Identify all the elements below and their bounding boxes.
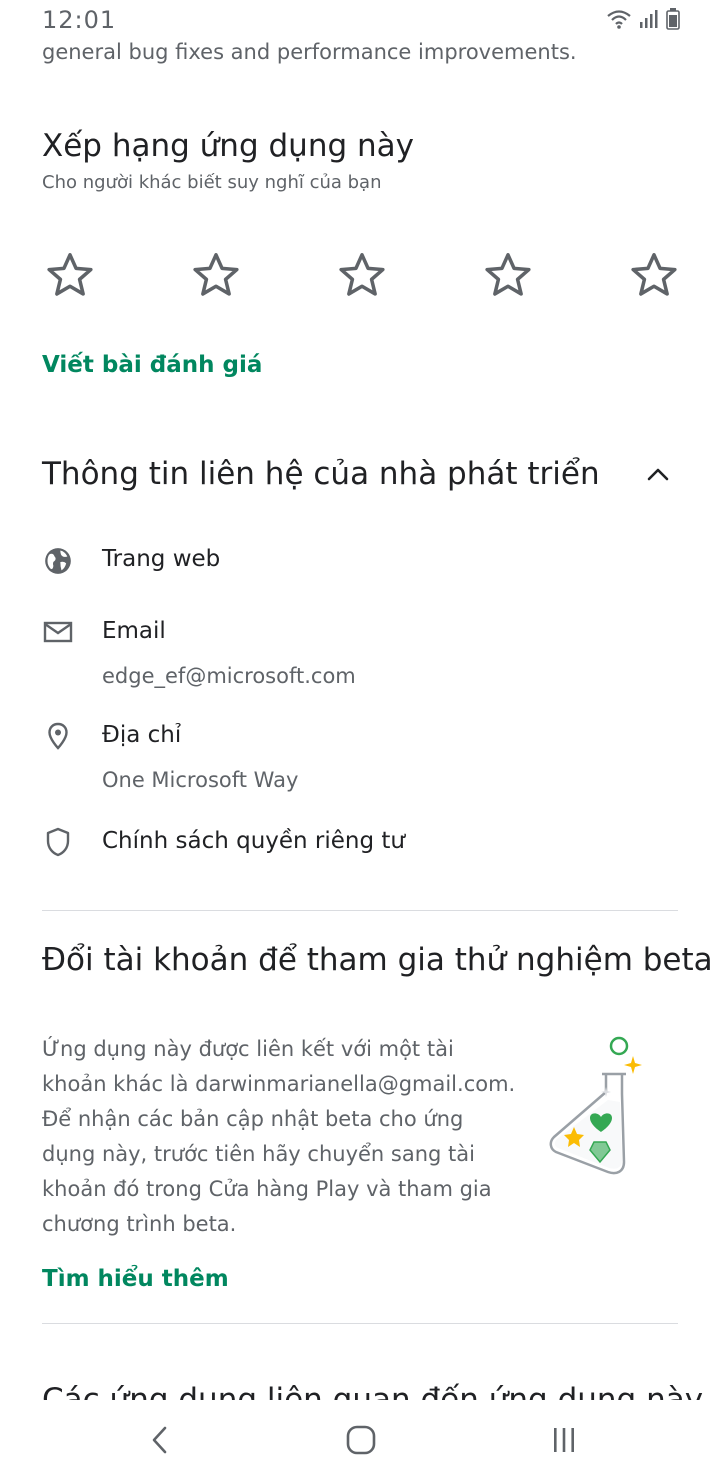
recent-apps-icon[interactable] [544,1420,584,1460]
learn-more-link[interactable]: Tìm hiểu thêm [42,1266,229,1292]
beta-line: dụng này, trước tiên hãy chuyển sang tài [42,1142,475,1166]
related-apps-title: Các ứng dụng liên quan đến ứng dụng này [42,1382,704,1402]
email-value: edge_ef@microsoft.com [102,664,356,688]
chevron-up-icon[interactable] [644,460,672,488]
beta-line: khoản khác là darwinmarianella@gmail.com… [42,1072,516,1096]
rate-app-title: Xếp hạng ứng dụng này [42,128,414,164]
status-icons [606,8,680,30]
beta-line: Ứng dụng này được liên kết với một tài [42,1037,454,1061]
rate-app-subtitle: Cho người khác biết suy nghĩ của bạn [42,172,382,193]
beta-title: Đổi tài khoản để tham gia thử nghiệm bet… [42,942,713,978]
back-icon[interactable] [140,1420,180,1460]
contact-email[interactable]: Email edge_ef@microsoft.com [42,612,682,702]
status-time: 12:01 [42,6,117,34]
website-label: Trang web [102,546,221,572]
mail-icon [42,616,74,648]
system-nav-bar [0,1400,720,1480]
star-4-icon[interactable] [480,248,536,302]
shield-icon [42,826,74,858]
contact-privacy-policy[interactable]: Chính sách quyền riêng tư [42,822,682,872]
star-3-icon[interactable] [334,248,390,302]
beta-line: chương trình beta. [42,1212,237,1236]
app-details-page: 12:01 general bug fixes and performance [0,0,720,1480]
email-label: Email [102,618,166,644]
address-value: One Microsoft Way [102,768,299,792]
beta-line: khoản đó trong Cửa hàng Play và tham gia [42,1177,492,1201]
address-label: Địa chỉ [102,722,182,748]
contact-address[interactable]: Địa chỉ One Microsoft Way [42,716,682,806]
beta-line: Để nhận các bản cập nhật beta cho ứng [42,1107,464,1131]
beta-flask-illustration [546,1032,646,1182]
home-icon[interactable] [341,1420,381,1460]
star-1-icon[interactable] [42,248,98,302]
developer-contact-title[interactable]: Thông tin liên hệ của nhà phát triển [42,456,600,492]
beta-description: Ứng dụng này được liên kết với một tài k… [42,1032,532,1242]
star-2-icon[interactable] [188,248,244,302]
star-5-icon[interactable] [626,248,682,302]
globe-icon [42,545,74,577]
star-rating [42,248,682,302]
section-divider [42,910,678,911]
signal-icon [640,10,658,28]
write-review-link[interactable]: Viết bài đánh giá [42,352,262,378]
location-pin-icon [42,720,74,752]
section-divider [42,1323,678,1324]
wifi-icon [607,10,631,29]
contact-website[interactable]: Trang web [42,540,682,590]
privacy-policy-label: Chính sách quyền riêng tư [102,828,406,854]
battery-icon [666,8,680,30]
status-bar: 12:01 [0,0,720,40]
whats-new-text: general bug fixes and performance improv… [42,40,577,64]
